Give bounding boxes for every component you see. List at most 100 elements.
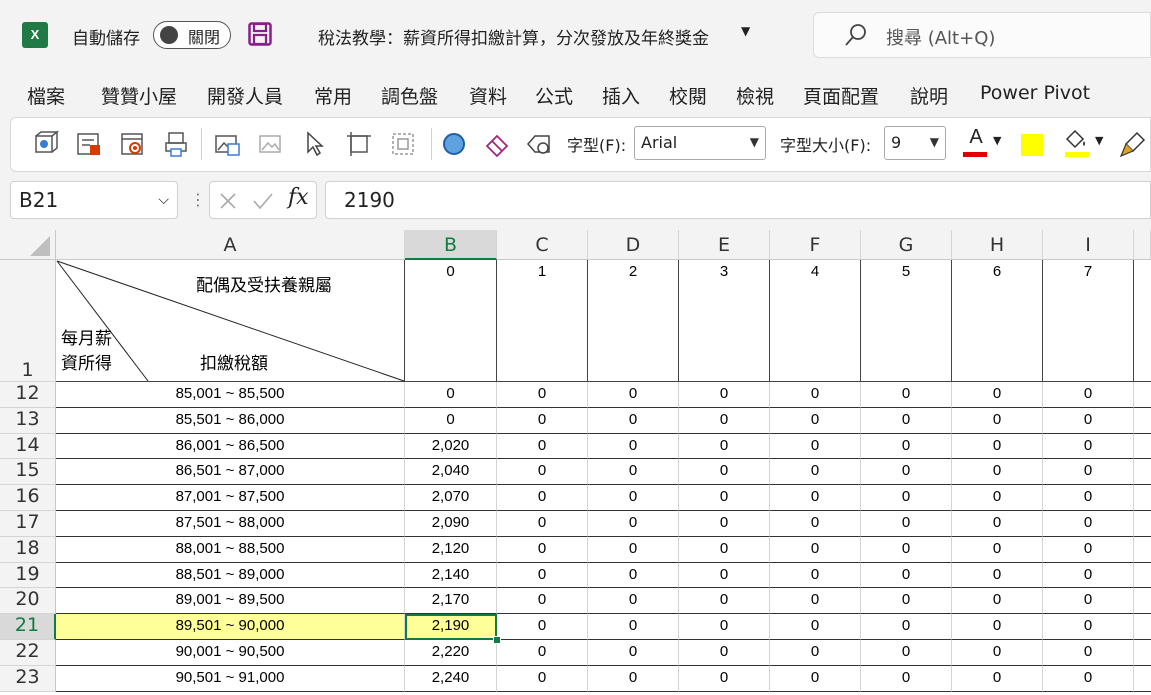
tax-cell[interactable]: 0: [770, 614, 861, 640]
tax-cell[interactable]: 0: [861, 433, 952, 460]
search-input[interactable]: 搜尋 (Alt+Q): [886, 24, 995, 50]
salary-range-cell[interactable]: 90,501 ~ 91,000: [56, 665, 405, 692]
tax-cell[interactable]: 0: [497, 536, 588, 563]
tax-cell[interactable]: 0: [952, 640, 1043, 666]
font-color-button[interactable]: A ▼: [961, 126, 1009, 162]
enter-icon[interactable]: [252, 191, 274, 211]
salary-range-cell[interactable]: 85,001 ~ 85,500: [56, 382, 405, 408]
tax-cell[interactable]: 0: [1043, 588, 1134, 615]
tax-cell[interactable]: 0: [952, 665, 1043, 692]
tax-cell[interactable]: 0: [497, 433, 588, 460]
tab-help[interactable]: 說明: [910, 82, 948, 109]
tax-cell[interactable]: 0: [952, 614, 1043, 640]
tax-cell[interactable]: 0: [861, 562, 952, 589]
row-header[interactable]: 23: [0, 665, 56, 692]
tax-cell[interactable]: 0: [679, 640, 770, 666]
tax-cell[interactable]: 0: [861, 588, 952, 615]
document-title[interactable]: 稅法教學：薪資所得扣繳計算，分次發放及年終獎金: [318, 24, 709, 49]
tax-cell[interactable]: 0: [861, 511, 952, 537]
save-icon[interactable]: [248, 22, 272, 46]
tax-cell[interactable]: 0: [497, 382, 588, 408]
camera-icon[interactable]: [257, 130, 285, 158]
tax-cell[interactable]: 0: [861, 485, 952, 511]
tax-cell[interactable]: 0: [861, 536, 952, 563]
column-header-i[interactable]: I: [1043, 230, 1134, 260]
tab-zanzan[interactable]: 贊贊小屋: [101, 82, 177, 109]
tax-cell[interactable]: 0: [497, 640, 588, 666]
tax-cell[interactable]: 0: [1043, 562, 1134, 589]
tax-cell[interactable]: 0: [952, 433, 1043, 460]
tax-cell[interactable]: 0: [952, 588, 1043, 615]
tax-cell[interactable]: 0: [588, 485, 679, 511]
tax-cell[interactable]: 0: [1043, 511, 1134, 537]
grid-cell[interactable]: [1134, 459, 1151, 486]
active-cell[interactable]: 2,190: [405, 614, 497, 640]
formula-input[interactable]: 2190: [325, 181, 1151, 219]
dependents-count-cell[interactable]: 3: [679, 260, 770, 382]
3d-model-icon[interactable]: [31, 130, 59, 158]
salary-range-cell[interactable]: 89,001 ~ 89,500: [56, 588, 405, 615]
tax-cell[interactable]: 0: [770, 382, 861, 408]
print-preview-icon[interactable]: [163, 130, 191, 158]
tax-cell[interactable]: 0: [952, 459, 1043, 486]
tax-cell[interactable]: 0: [679, 407, 770, 434]
column-header-c[interactable]: C: [497, 230, 588, 260]
row-header[interactable]: 13: [0, 407, 56, 434]
tax-cell[interactable]: 0: [588, 665, 679, 692]
salary-range-cell[interactable]: 89,501 ~ 90,000: [56, 614, 405, 640]
row-header[interactable]: 22: [0, 640, 56, 666]
row-header[interactable]: 14: [0, 433, 56, 460]
form-icon[interactable]: [75, 130, 103, 158]
dependents-count-cell[interactable]: 4: [770, 260, 861, 382]
dependents-count-cell[interactable]: 5: [861, 260, 952, 382]
grid-cell[interactable]: [1134, 511, 1151, 537]
salary-range-cell[interactable]: 88,501 ~ 89,000: [56, 562, 405, 589]
tax-cell[interactable]: 0: [679, 433, 770, 460]
tax-cell[interactable]: 0: [497, 562, 588, 589]
salary-range-cell[interactable]: 90,001 ~ 90,500: [56, 640, 405, 666]
name-box[interactable]: B21 ⌵: [10, 181, 178, 219]
tax-cell[interactable]: 0: [861, 640, 952, 666]
tax-cell[interactable]: 0: [1043, 640, 1134, 666]
tax-cell[interactable]: 0: [1043, 459, 1134, 486]
search-box[interactable]: 搜尋 (Alt+Q): [813, 12, 1151, 58]
tax-cell[interactable]: 2,140: [405, 562, 497, 589]
tax-cell[interactable]: 0: [770, 562, 861, 589]
row-header[interactable]: 21: [0, 614, 56, 640]
fill-handle[interactable]: [493, 636, 501, 644]
tax-cell[interactable]: 0: [1043, 536, 1134, 563]
tax-cell[interactable]: 2,170: [405, 588, 497, 615]
eraser-icon[interactable]: [483, 130, 511, 158]
tax-cell[interactable]: 0: [497, 511, 588, 537]
tax-cell[interactable]: 0: [952, 382, 1043, 408]
tax-cell[interactable]: 0: [405, 382, 497, 408]
row-header[interactable]: 12: [0, 382, 56, 408]
tax-cell[interactable]: 0: [679, 562, 770, 589]
tax-cell[interactable]: 0: [497, 459, 588, 486]
grid-cell[interactable]: [1134, 434, 1151, 460]
grid-cell[interactable]: [1134, 485, 1151, 511]
tax-cell[interactable]: 0: [1043, 485, 1134, 511]
column-header-j[interactable]: [1134, 230, 1151, 260]
tax-cell[interactable]: 0: [588, 588, 679, 615]
tab-developer[interactable]: 開發人員: [207, 82, 283, 109]
tax-cell[interactable]: 0: [588, 536, 679, 563]
tax-cell[interactable]: 0: [952, 485, 1043, 511]
salary-range-cell[interactable]: 85,501 ~ 86,000: [56, 407, 405, 434]
dependents-count-cell[interactable]: 0: [405, 260, 497, 382]
tax-cell[interactable]: 0: [588, 562, 679, 589]
tax-cell[interactable]: 0: [861, 665, 952, 692]
salary-range-cell[interactable]: 87,501 ~ 88,000: [56, 511, 405, 537]
grid-cell[interactable]: [1134, 666, 1151, 692]
tax-cell[interactable]: 2,090: [405, 511, 497, 537]
dependents-count-cell[interactable]: 7: [1043, 260, 1134, 382]
tax-cell[interactable]: 2,220: [405, 640, 497, 666]
tax-cell[interactable]: 0: [497, 665, 588, 692]
tax-cell[interactable]: 0: [1043, 382, 1134, 408]
grid-cell[interactable]: [1134, 640, 1151, 666]
circle-shape-icon[interactable]: [440, 130, 468, 158]
chevron-down-icon[interactable]: ⌵: [158, 182, 169, 218]
select-all-button[interactable]: [0, 230, 56, 260]
tab-insert[interactable]: 插入: [602, 82, 640, 109]
fill-color-icon[interactable]: [1021, 134, 1043, 156]
